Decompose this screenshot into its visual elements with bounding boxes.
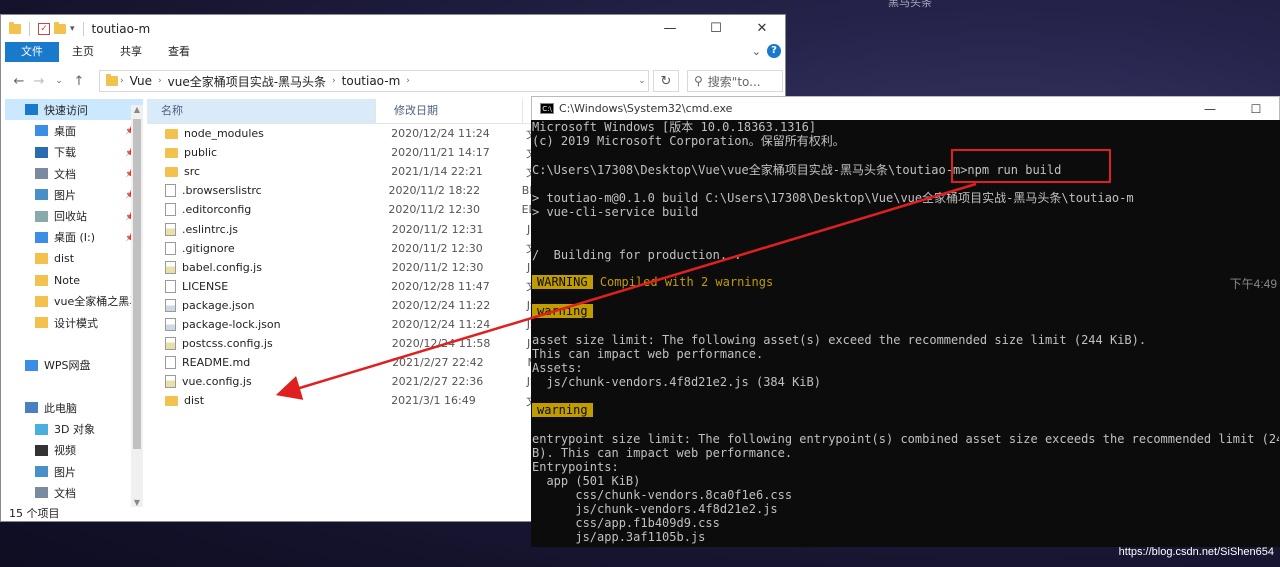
annotation-arrow bbox=[275, 182, 977, 400]
arrow-line bbox=[275, 182, 977, 400]
watermark: https://blog.csdn.net/SiShen654 bbox=[1118, 546, 1274, 558]
